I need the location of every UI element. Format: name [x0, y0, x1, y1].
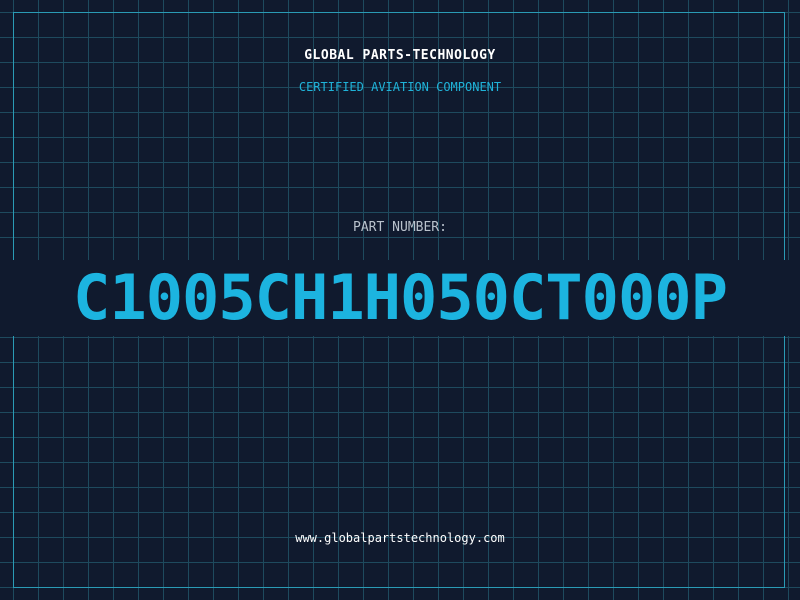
certification-subtitle: CERTIFIED AVIATION COMPONENT [298, 80, 502, 94]
part-number-label: PART NUMBER: [353, 220, 447, 235]
company-name: GLOBAL PARTS-TECHNOLOGY [304, 48, 496, 63]
part-card: GLOBAL PARTS-TECHNOLOGY CERTIFIED AVIATI… [0, 0, 800, 600]
website-url: www.globalpartstechnology.com [295, 531, 505, 545]
part-number-band: C1005CH1H050CT000P [0, 260, 800, 336]
part-number-value: C1005CH1H050CT000P [73, 261, 728, 334]
